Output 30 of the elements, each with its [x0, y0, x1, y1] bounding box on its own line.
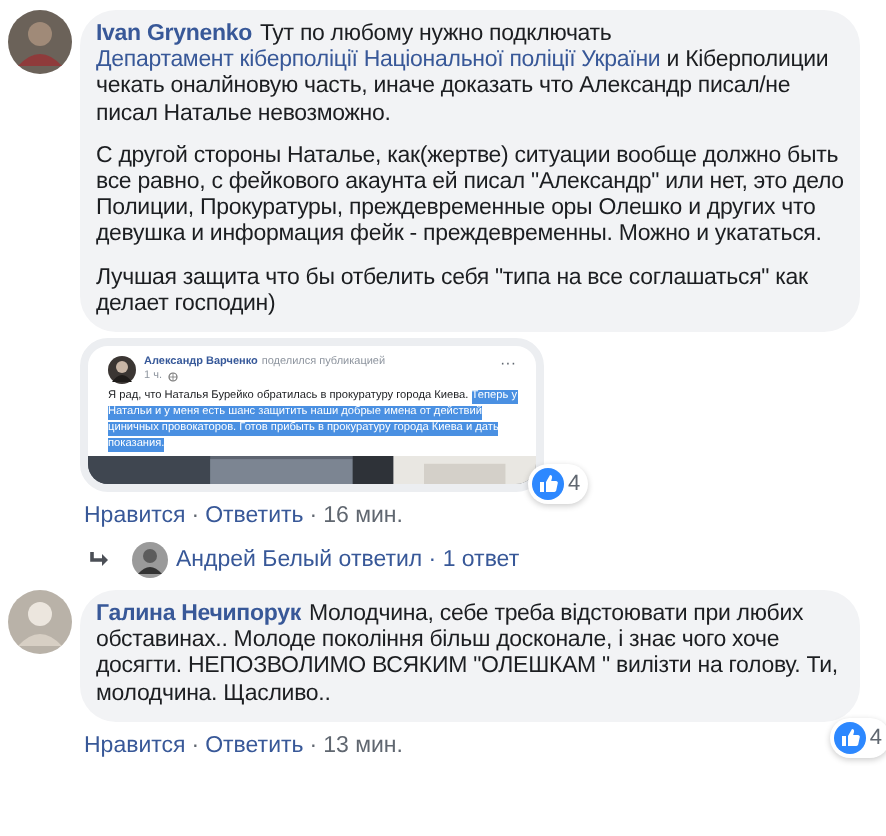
author-link[interactable]: Галина Нечипорук: [96, 602, 301, 627]
thumbs-up-icon: [532, 468, 564, 501]
comment-text: Ivan Grynenko Тут по любому нужно подключать Департамент кіберполіції Національної поліції України и Кіберполиции чекать оналйновую часть, иначе доказать что Александр писал/не писал Наталье невозможно.: [96, 22, 831, 128]
comment-text: Галина Нечипорук Молодчина, себе треба відстоювати при любих обставинах.. Молоде покоління більш досконале, і знає чого хоче досягти. НЕПОЗВОЛИМО ВСЯКИМ "ОЛЕШКАМ " вилізти на голову. Ти, молодчина. Щасливо..: [96, 602, 840, 708]
avatar-icon: [132, 542, 168, 579]
avatar-icon: [108, 356, 136, 385]
reaction-badge[interactable]: 4: [528, 464, 589, 505]
comment-time[interactable]: 16 мин.: [323, 502, 403, 531]
separator-dot: ·: [309, 731, 318, 760]
action-link[interactable]: Нравится: [84, 502, 186, 531]
separator-dot: ·: [191, 731, 200, 760]
action-link[interactable]: Нравится: [84, 731, 186, 760]
author-link[interactable]: Ivan Grynenko: [96, 22, 252, 46]
more-icon: ···: [500, 356, 516, 371]
separator-dot: ·: [309, 502, 318, 531]
reply-arrow-icon: [88, 550, 112, 571]
action-link[interactable]: Ответить: [205, 731, 304, 760]
text-link[interactable]: кіберполіції Національної поліції України: [239, 48, 661, 73]
replies-link[interactable]: Андрей Белый ответил · 1 ответ: [176, 548, 520, 573]
text-link[interactable]: Департамент: [96, 48, 234, 73]
comment-text: Лучшая защита что бы отбелить себя "типа на все соглашаться" как делает господин): [96, 265, 810, 319]
comment-text: С другой стороны Наталье, как(жертве) ситуации вообще должно быть все равно, с фейкового акаунта ей писал "Александр" или нет, это дело Полиции, Прокуратуры, преждевременные оры Олешко и других что девушка и информация фейк - преждевременны. Можно и укататься.: [96, 143, 844, 250]
globe-icon: [167, 371, 178, 382]
reaction-badge[interactable]: 4: [829, 717, 886, 758]
comment-time[interactable]: 13 мин.: [323, 731, 403, 760]
thumbs-up-icon: [833, 721, 866, 754]
action-link[interactable]: Ответить: [205, 502, 304, 531]
avatar-icon[interactable]: [8, 10, 72, 74]
shared-post-screenshot[interactable]: [80, 338, 544, 493]
separator-dot: ·: [191, 502, 200, 531]
